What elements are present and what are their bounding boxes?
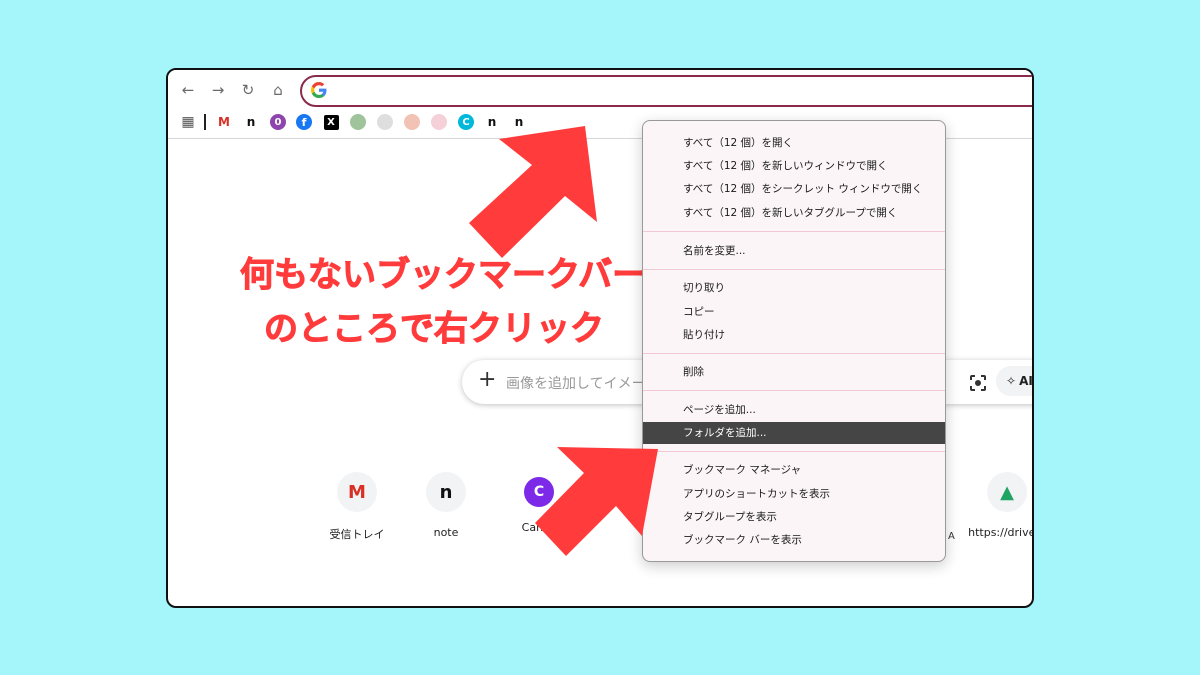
shortcut-note[interactable]: n note [401,472,491,539]
apps-grid-icon: ▦ [181,114,195,130]
bookmark-gmail[interactable]: M [214,112,234,132]
bookmark-canva[interactable]: C [456,112,476,132]
menu-rename[interactable]: 名前を変更... [643,240,945,262]
bookmark-blurred-1[interactable] [348,112,368,132]
google-drive-icon: ▲ [987,472,1027,512]
bookmark-x[interactable]: X [321,112,341,132]
bookmark-note[interactable]: n [241,112,261,132]
blurred-site-icon [350,114,366,130]
menu-open-all[interactable]: すべて（12 個）を開く [643,132,945,154]
menu-open-all-incognito[interactable]: すべて（12 個）をシークレット ウィンドウで開く [643,178,945,200]
blurred-site-icon [377,114,393,130]
shortcut-inbox[interactable]: M 受信トレイ [312,472,402,542]
bookmark-note-3[interactable]: n [509,112,529,132]
bookmark-purple-app[interactable]: 0 [268,112,288,132]
bookmarks-separator [204,114,206,130]
menu-separator [643,353,945,354]
menu-separator [643,390,945,391]
menu-show-tab-groups[interactable]: タブグループを表示 [643,506,945,528]
ai-mode-label: AI [1019,374,1033,388]
menu-separator [643,231,945,232]
menu-cut[interactable]: 切り取り [643,277,945,299]
menu-add-page[interactable]: ページを追加... [643,399,945,421]
facebook-icon: f [296,114,312,130]
menu-copy[interactable]: コピー [643,301,945,323]
shortcut-canva[interactable]: C Canva [494,472,584,534]
canva-icon: C [458,114,474,130]
gmail-icon: M [218,115,230,129]
shortcut-label: 受信トレイ [329,528,385,541]
blurred-site-icon [404,114,420,130]
note-icon: n [487,115,497,129]
back-arrow-icon: ← [181,81,195,99]
menu-add-folder[interactable]: フォルダを追加... [643,422,945,444]
menu-show-bookmarks-bar[interactable]: ブックマーク バーを表示 [643,529,945,551]
bookmark-facebook[interactable]: f [294,112,314,132]
ai-mode-button[interactable]: ✧ AI [996,366,1033,396]
canva-icon: C [524,477,554,507]
menu-open-all-tab-group[interactable]: すべて（12 個）を新しいタブグループで開く [643,202,945,224]
google-lens-icon[interactable] [968,373,988,393]
home-button[interactable]: ⌂ [268,80,288,100]
annotation-line-1: 何もないブックマークバー [239,255,647,295]
address-bar[interactable] [300,75,1032,107]
back-button[interactable]: ← [178,80,198,100]
reload-icon: ↻ [241,81,255,99]
shortcut-label: Canva [521,521,557,534]
menu-separator [643,269,945,270]
menu-paste[interactable]: 貼り付け [643,324,945,346]
annotation-line-2: のところで右クリック [264,309,605,349]
menu-delete[interactable]: 削除 [643,361,945,383]
bookmark-apps[interactable]: ▦ [178,112,198,132]
add-image-icon[interactable]: + [478,367,496,392]
sparkle-search-icon: ✧ [1006,374,1017,388]
menu-separator [643,451,945,452]
note-icon: n [426,472,466,512]
bookmark-blurred-4[interactable] [429,112,449,132]
bookmark-note-2[interactable]: n [482,112,502,132]
google-g-icon [311,82,327,98]
bookmark-blurred-3[interactable] [402,112,422,132]
hidden-shortcut-fragment: A [948,531,955,542]
home-icon: ⌂ [273,81,283,99]
forward-arrow-icon: → [211,81,225,99]
bookmark-blurred-2[interactable] [375,112,395,132]
x-logo-icon: X [323,114,339,130]
gmail-icon: M [337,472,377,512]
shortcut-label: https://drive.g [968,526,1032,539]
shortcut-label: note [433,526,459,539]
menu-bookmark-manager[interactable]: ブックマーク マネージャ [643,459,945,481]
bookmark-context-menu: すべて（12 個）を開く すべて（12 個）を新しいウィンドウで開く すべて（1… [642,120,946,562]
note-icon: n [514,115,524,129]
shortcut-drive[interactable]: ▲ https://drive.g [962,472,1032,539]
forward-button[interactable]: → [208,80,228,100]
menu-show-app-shortcuts[interactable]: アプリのショートカットを表示 [643,483,945,505]
note-icon: n [246,115,256,129]
menu-open-all-new-window[interactable]: すべて（12 個）を新しいウィンドウで開く [643,155,945,177]
blurred-site-icon [431,114,447,130]
reload-button[interactable]: ↻ [238,80,258,100]
search-placeholder: 画像を追加してイメー [506,376,646,392]
purple-app-icon: 0 [270,114,286,130]
